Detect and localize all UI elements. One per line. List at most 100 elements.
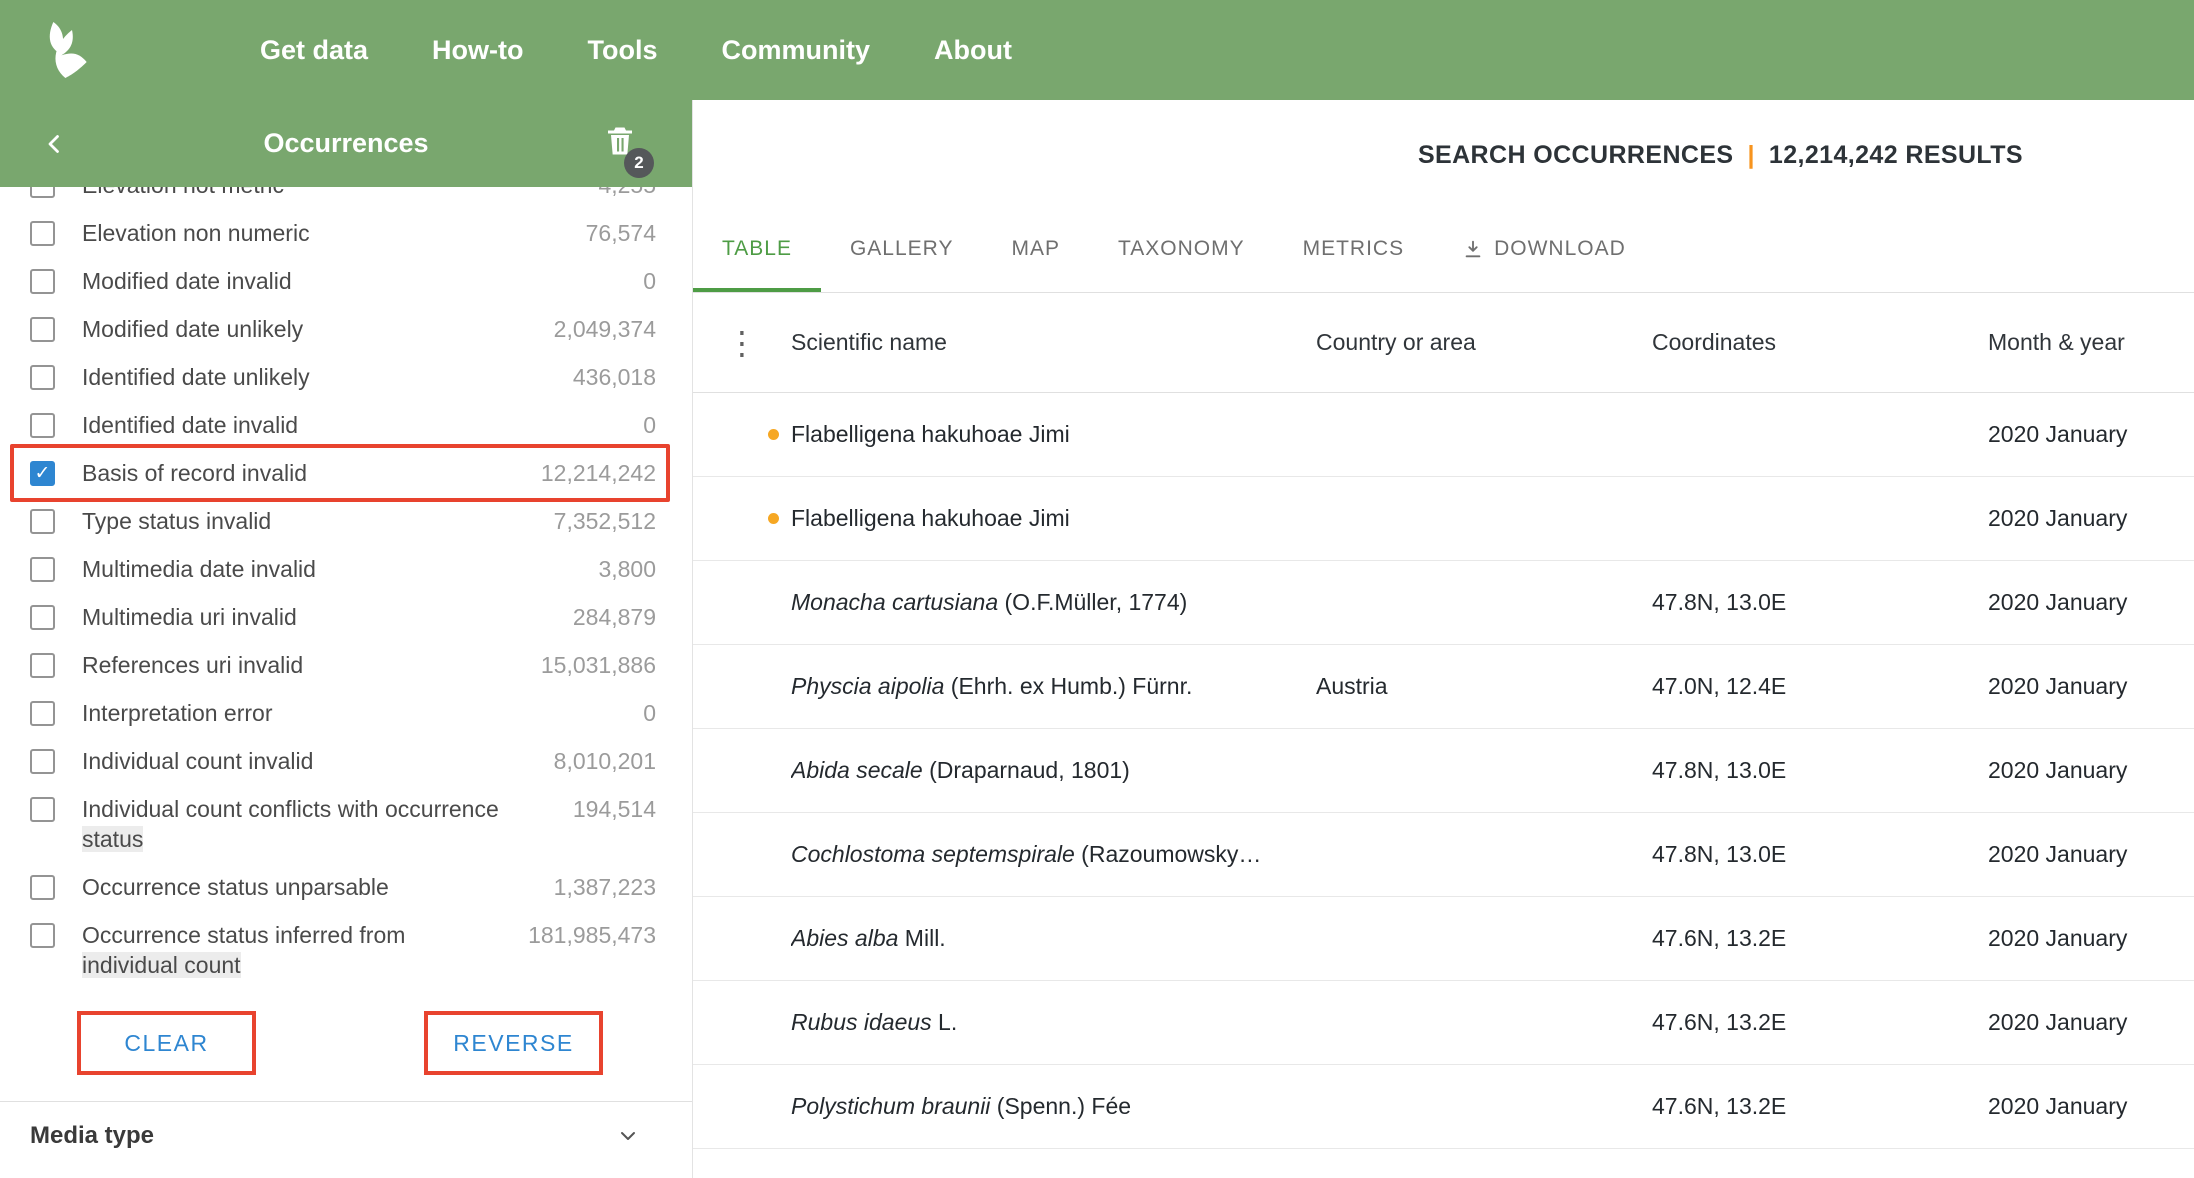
tab-download[interactable]: DOWNLOAD (1433, 210, 1655, 292)
nav-item-tools[interactable]: Tools (588, 35, 658, 66)
filter-row[interactable]: Identified date invalid0 (0, 401, 692, 449)
taxon-match-dot-icon (768, 429, 779, 440)
filter-count: 8,010,201 (538, 746, 656, 776)
table-row[interactable]: Polystichum braunii (Spenn.) Fée47.6N, 1… (693, 1065, 2194, 1149)
reverse-button[interactable]: REVERSE (447, 1029, 579, 1058)
filter-label: Individual count conflicts with occurren… (82, 794, 499, 854)
table-row[interactable]: Cochlostoma septemspirale (Razoumowsky…4… (693, 813, 2194, 897)
filter-row[interactable]: Multimedia uri invalid284,879 (0, 593, 692, 641)
filter-row[interactable]: References uri invalid15,031,886 (0, 641, 692, 689)
gbif-occurrence-search-page: Get data How-to Tools Community About Occurr… (0, 0, 2194, 1178)
month-year-cell: 2020 January (1988, 757, 2194, 784)
scientific-name-italic: Polystichum braunii (791, 1093, 990, 1119)
checkbox-icon[interactable] (30, 317, 55, 342)
filter-label: Interpretation error (82, 698, 272, 728)
checkbox-icon[interactable] (30, 413, 55, 438)
trash-icon[interactable]: 2 (602, 123, 638, 164)
checkbox-icon[interactable] (30, 875, 55, 900)
scientific-name-cell: Flabelligena hakuhoae Jimi (791, 421, 1316, 448)
filter-row[interactable]: Type status invalid7,352,512 (0, 497, 692, 545)
results-header: SEARCH OCCURRENCES | 12,214,242 RESULTS (693, 100, 2194, 210)
filter-row[interactable]: Occurrence status inferred fromindividua… (0, 911, 692, 989)
filter-count: 436,018 (557, 362, 656, 392)
filter-count-badge: 2 (624, 148, 654, 178)
filter-row[interactable]: Modified date invalid0 (0, 257, 692, 305)
coordinates-cell: 47.6N, 13.2E (1652, 1009, 1988, 1036)
nav-item-community[interactable]: Community (722, 35, 871, 66)
nav-item-about[interactable]: About (934, 35, 1012, 66)
filter-row[interactable]: Elevation non numeric76,574 (0, 209, 692, 257)
results-count: 12,214,242 RESULTS (1769, 141, 2023, 170)
row-leading-cell (693, 813, 791, 896)
checkbox-checked-icon[interactable]: ✓ (30, 461, 55, 486)
gbif-logo-icon[interactable] (32, 18, 96, 82)
table-header-row: ⋮ Scientific name Country or area Coordi… (693, 293, 2194, 393)
checkbox-icon[interactable] (30, 221, 55, 246)
tab-map[interactable]: MAP (982, 210, 1089, 292)
nav-item-how-to[interactable]: How-to (432, 35, 523, 66)
filter-label: Basis of record invalid (82, 458, 307, 488)
filter-row[interactable]: Interpretation error0 (0, 689, 692, 737)
checkbox-icon[interactable] (30, 269, 55, 294)
tab-label: GALLERY (850, 237, 954, 261)
row-leading-cell (693, 729, 791, 812)
filter-label: Occurrence status inferred fromindividua… (82, 920, 405, 980)
scientific-name-italic: Physcia aipolia (791, 673, 944, 699)
tab-metrics[interactable]: METRICS (1274, 210, 1434, 292)
table-row[interactable]: Physcia aipolia (Ehrh. ex Humb.) Fürnr.A… (693, 645, 2194, 729)
clear-button[interactable]: CLEAR (118, 1029, 214, 1058)
row-leading-cell (693, 645, 791, 728)
filter-count: 0 (627, 410, 656, 440)
scientific-name-italic: Abies alba (791, 925, 898, 951)
checkbox-icon[interactable] (30, 365, 55, 390)
coordinates-cell: 47.8N, 13.0E (1652, 589, 1988, 616)
month-year-cell: 2020 January (1988, 1093, 2194, 1120)
content-area: Occurrences 2 Elevation not metric4,255E… (0, 100, 2194, 1178)
filter-label: Multimedia uri invalid (82, 602, 297, 632)
nav-item-get-data[interactable]: Get data (260, 35, 368, 66)
filter-row[interactable]: Identified date unlikely436,018 (0, 353, 692, 401)
column-coordinates: Coordinates (1652, 329, 1988, 356)
checkbox-icon[interactable] (30, 701, 55, 726)
scientific-name-cell: Flabelligena hakuhoae Jimi (791, 505, 1316, 532)
checkbox-icon[interactable] (30, 749, 55, 774)
filters-sidebar: Occurrences 2 Elevation not metric4,255E… (0, 100, 693, 1178)
filter-row[interactable]: Individual count conflicts with occurren… (0, 785, 692, 863)
annotation-box-reverse: REVERSE (424, 1011, 603, 1075)
coordinates-cell: 47.8N, 13.0E (1652, 757, 1988, 784)
column-menu-icon[interactable]: ⋮ (726, 327, 758, 359)
checkbox-icon[interactable] (30, 653, 55, 678)
table-row[interactable]: Monacha cartusiana (O.F.Müller, 1774)47.… (693, 561, 2194, 645)
scientific-name-cell: Abies alba Mill. (791, 925, 1316, 952)
tab-taxonomy[interactable]: TAXONOMY (1089, 210, 1274, 292)
filter-row[interactable]: Multimedia date invalid3,800 (0, 545, 692, 593)
scientific-name-cell: Cochlostoma septemspirale (Razoumowsky… (791, 841, 1316, 868)
checkbox-icon[interactable] (30, 509, 55, 534)
filter-row[interactable]: ✓Basis of record invalid12,214,242 (0, 449, 692, 497)
checkbox-icon[interactable] (30, 923, 55, 948)
row-leading-cell (693, 393, 791, 476)
media-type-section-header[interactable]: Media type (0, 1102, 692, 1170)
month-year-cell: 2020 January (1988, 421, 2194, 448)
scientific-name-italic: Monacha cartusiana (791, 589, 998, 615)
tab-label: TABLE (722, 237, 792, 261)
checkbox-icon[interactable] (30, 797, 55, 822)
filter-row[interactable]: Individual count invalid8,010,201 (0, 737, 692, 785)
table-row[interactable]: Flabelligena hakuhoae Jimi2020 January (693, 477, 2194, 561)
filter-row[interactable]: Occurrence status unparsable1,387,223 (0, 863, 692, 911)
checkbox-icon[interactable] (30, 605, 55, 630)
checkbox-icon[interactable] (30, 557, 55, 582)
filter-count: 3,800 (582, 554, 656, 584)
table-row[interactable]: Flabelligena hakuhoae Jimi 2020 January (693, 393, 2194, 477)
scientific-name-cell: Physcia aipolia (Ehrh. ex Humb.) Fürnr. (791, 673, 1316, 700)
occurrence-table-body: Flabelligena hakuhoae Jimi 2020 January Fl… (693, 393, 2194, 1149)
tab-gallery[interactable]: GALLERY (821, 210, 983, 292)
tab-table[interactable]: TABLE (693, 210, 821, 292)
table-row[interactable]: Abies alba Mill.47.6N, 13.2E2020 January (693, 897, 2194, 981)
table-row[interactable]: Abida secale (Draparnaud, 1801)47.8N, 13… (693, 729, 2194, 813)
filter-actions: CLEAR REVERSE (77, 1011, 692, 1075)
month-year-cell: 2020 January (1988, 589, 2194, 616)
table-row[interactable]: Rubus idaeus L.47.6N, 13.2E2020 January (693, 981, 2194, 1065)
filter-row[interactable]: Modified date unlikely2,049,374 (0, 305, 692, 353)
filter-label-line2: individual count (82, 952, 241, 978)
